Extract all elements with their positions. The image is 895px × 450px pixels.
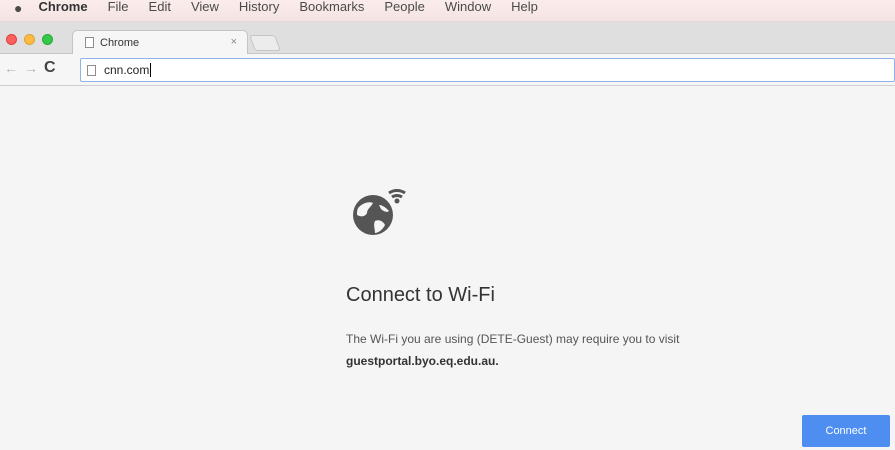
window-maximize-button[interactable]	[42, 34, 53, 45]
tab-strip: Chrome ×	[0, 22, 895, 54]
page-title: Connect to Wi-Fi	[346, 284, 495, 306]
portal-host: guestportal.byo.eq.edu.au.	[346, 354, 499, 368]
tab-active[interactable]: Chrome ×	[72, 30, 248, 54]
back-button[interactable]: ←	[4, 60, 18, 76]
menu-edit[interactable]: Edit	[149, 0, 171, 14]
reload-button[interactable]: C	[44, 59, 56, 77]
url-text[interactable]: cnn.com	[104, 63, 149, 77]
apple-menu-icon[interactable]: ●	[14, 0, 22, 16]
browser-toolbar: ← → C cnn.com	[0, 54, 895, 86]
globe-wifi-icon	[353, 188, 406, 235]
menu-view[interactable]: View	[191, 0, 219, 14]
window-minimize-button[interactable]	[24, 34, 35, 45]
window-close-button[interactable]	[6, 34, 17, 45]
wifi-description: The Wi-Fi you are using (DETE-Guest) may…	[346, 328, 786, 372]
menu-window[interactable]: Window	[445, 0, 491, 14]
menu-history[interactable]: History	[239, 0, 279, 14]
address-bar[interactable]: cnn.com	[80, 58, 895, 82]
connect-button[interactable]: Connect	[802, 415, 890, 447]
text-caret	[150, 63, 152, 77]
forward-button[interactable]: →	[24, 60, 38, 76]
menu-help[interactable]: Help	[511, 0, 538, 14]
description-text: The Wi-Fi you are using (DETE-Guest) may…	[346, 332, 680, 346]
mac-menubar: ● Chrome File Edit View History Bookmark…	[0, 0, 895, 22]
menu-bookmarks[interactable]: Bookmarks	[299, 0, 364, 14]
new-tab-button[interactable]	[249, 35, 281, 51]
menu-people[interactable]: People	[384, 0, 424, 14]
menu-app-name[interactable]: Chrome	[38, 0, 87, 14]
tab-close-icon[interactable]: ×	[231, 36, 237, 48]
page-icon	[87, 64, 96, 76]
page-content: Connect to Wi-Fi The Wi-Fi you are using…	[0, 86, 895, 450]
page-icon	[85, 37, 94, 48]
menu-file[interactable]: File	[108, 0, 129, 14]
tab-title: Chrome	[100, 36, 140, 49]
